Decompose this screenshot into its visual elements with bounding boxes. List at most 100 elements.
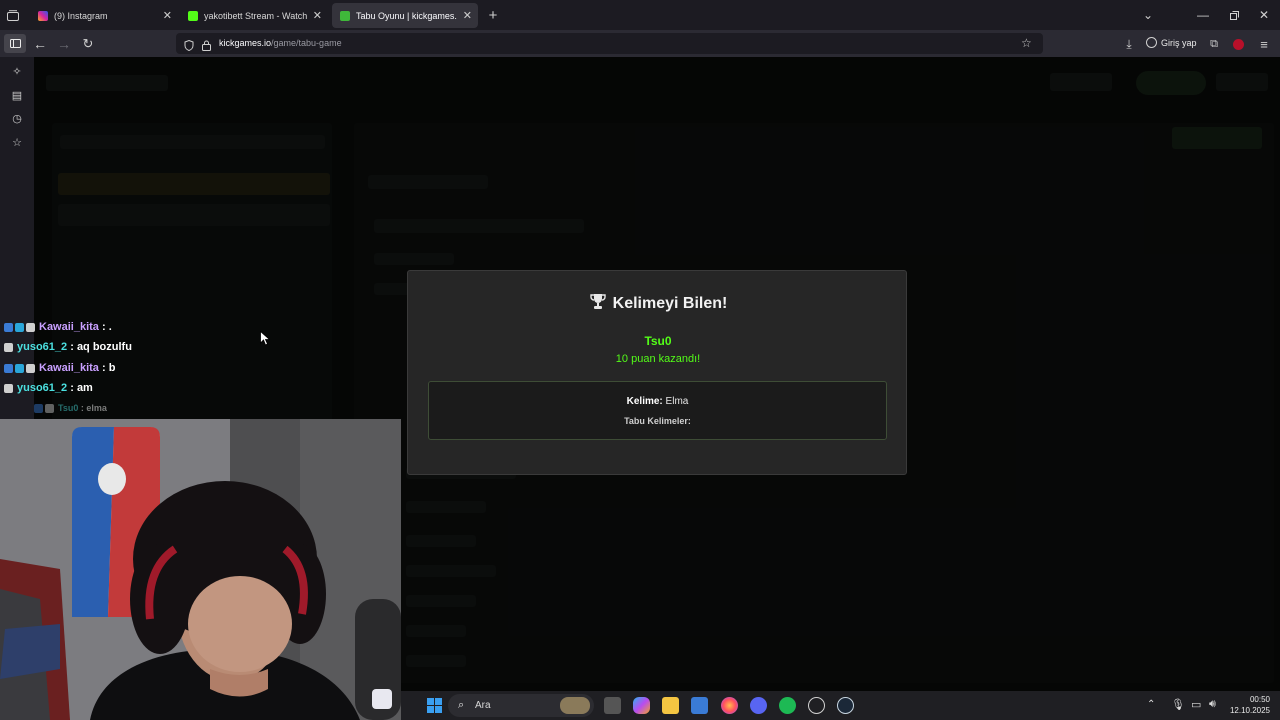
discord-icon[interactable] (750, 697, 767, 714)
volume-icon[interactable]: 🔊︎ (1209, 698, 1216, 711)
app-icon[interactable] (808, 697, 825, 714)
chat-separator: : (78, 403, 87, 413)
instagram-icon (38, 10, 48, 21)
download-icon[interactable]: ⤓ (1120, 35, 1138, 53)
minimize-button[interactable]: — (1194, 7, 1212, 23)
bookmark-star-icon[interactable]: ☆ (1021, 36, 1032, 50)
sub-badge-icon (26, 363, 35, 373)
sidebar-toggle-icon[interactable] (4, 34, 26, 53)
close-icon[interactable]: ✕ (313, 9, 322, 22)
gift-badge-icon (15, 363, 24, 373)
modal-title-row: Kelimeyi Bilen! (408, 293, 908, 315)
kickgames-icon (340, 10, 350, 21)
chat-separator: : (98, 321, 109, 333)
menu-icon[interactable]: ≡ (1255, 35, 1273, 53)
clock-time: 00:50 (1249, 695, 1270, 704)
windows-start-icon[interactable] (426, 697, 443, 714)
winner-modal: Kelimeyi Bilen! Tsu0 10 puan kazandı! Ke… (407, 270, 907, 475)
vip-badge-icon (4, 363, 13, 373)
history-icon[interactable]: ◷ (8, 109, 26, 127)
address-bar[interactable]: kickgames.io/game/tabu-game ☆ (176, 33, 1043, 54)
firefox-icon[interactable] (721, 697, 738, 714)
steam-icon[interactable] (837, 697, 854, 714)
clock-date: 12.10.2025 (1229, 706, 1270, 715)
tab-instagram[interactable]: (9) Instagram ✕ (30, 3, 178, 28)
close-window-button[interactable]: ✕ (1256, 7, 1272, 23)
task-view-icon[interactable] (604, 697, 621, 714)
taboo-words-label: Tabu Kelimeler: (624, 416, 691, 426)
search-highlight-image (560, 697, 590, 714)
tab-title: yakotibett Stream - Watch Live (204, 10, 307, 21)
tab-title: (9) Instagram (54, 10, 108, 21)
lock-icon[interactable] (202, 38, 211, 56)
copilot-icon[interactable] (633, 697, 650, 714)
chat-text: aq bozulfu (76, 341, 132, 353)
sub-badge-icon (4, 342, 13, 352)
tab-overview-icon[interactable] (6, 8, 20, 22)
chat-message: yuso61_2 : am (4, 379, 93, 397)
microphone-icon[interactable]: 🎙︎ (1171, 698, 1185, 711)
sub-badge-icon (45, 403, 54, 413)
word-label: Kelime: (626, 396, 663, 407)
bookmarks-icon[interactable]: ☆ (8, 133, 26, 151)
word-box: Kelime: Elma Tabu Kelimeler: (428, 381, 887, 440)
chat-username: Tsu0 (58, 403, 79, 413)
trophy-icon (589, 293, 607, 315)
tab-tabu-game[interactable]: Tabu Oyunu | kickgames.io ✕ (332, 3, 478, 28)
winner-name: Tsu0 (644, 334, 672, 348)
taskbar-search[interactable]: ⌕ Ara (448, 694, 594, 717)
kick-icon (188, 10, 198, 21)
chat-message: Tsu0 : elma (34, 399, 107, 417)
word-line: Kelime: Elma (429, 396, 886, 407)
ublock-icon[interactable] (1231, 37, 1245, 51)
webcam-feed-image (0, 419, 401, 720)
display-icon[interactable]: ▭ (1191, 698, 1201, 711)
shield-icon[interactable] (184, 38, 194, 56)
mouse-cursor-icon (260, 331, 270, 346)
spotify-icon[interactable] (779, 697, 796, 714)
back-button[interactable]: ← (31, 35, 49, 53)
synced-tabs-icon[interactable]: ▤ (8, 86, 26, 104)
forward-button[interactable]: → (55, 35, 73, 53)
chat-username: Kawaii_kita (39, 321, 99, 333)
chat-text: . (108, 321, 112, 333)
reload-button[interactable]: ↻ (79, 35, 97, 53)
windows-taskbar: ⌕ Ara ⌃ 🎙︎ ▭ 🔊︎ 00:50 12.10.2025 (401, 691, 1280, 720)
chat-username: Kawaii_kita (39, 362, 99, 374)
chat-separator: : (67, 341, 77, 353)
url-text[interactable]: kickgames.io/game/tabu-game (219, 38, 342, 48)
signin-label: Giriş yap (1161, 37, 1197, 48)
file-explorer-icon[interactable] (662, 697, 679, 714)
chat-text: b (108, 362, 116, 374)
chat-separator: : (67, 382, 77, 394)
maximize-button[interactable] (1226, 7, 1242, 23)
chat-text: elma (86, 403, 107, 413)
vip-badge-icon (4, 322, 13, 332)
signin-button[interactable]: Giriş yap (1146, 37, 1197, 48)
chat-text: am (76, 382, 93, 394)
tray-chevron-icon[interactable]: ⌃ (1147, 699, 1155, 710)
sub-badge-icon (4, 383, 13, 393)
points-text: 10 puan kazandı! (615, 353, 701, 365)
tab-kick-stream[interactable]: yakotibett Stream - Watch Live ✕ (180, 3, 328, 28)
search-placeholder: Ara (475, 700, 491, 711)
tab-strip: (9) Instagram ✕ yakotibett Stream - Watc… (0, 0, 1280, 30)
chat-separator: : (98, 362, 109, 374)
chat-username: yuso61_2 (17, 382, 68, 394)
chat-message: yuso61_2 : aq bozulfu (4, 338, 132, 356)
close-icon[interactable]: ✕ (463, 9, 472, 22)
webcam-overlay (0, 419, 401, 720)
word-value: Elma (665, 396, 689, 407)
list-tabs-icon[interactable]: ⌄ (1140, 7, 1156, 23)
account-icon (1146, 37, 1157, 48)
ai-chatbot-icon[interactable]: ✧ (8, 62, 26, 80)
sub-badge-icon (26, 322, 35, 332)
tab-title: Tabu Oyunu | kickgames.io (356, 10, 457, 21)
chat-username: yuso61_2 (17, 341, 68, 353)
chat-message: Kawaii_kita : . (4, 318, 112, 336)
store-icon[interactable] (691, 697, 708, 714)
system-clock[interactable]: 00:50 12.10.2025 (1230, 694, 1270, 716)
close-icon[interactable]: ✕ (163, 9, 172, 22)
extensions-icon[interactable]: ⧉ (1205, 35, 1223, 53)
new-tab-button[interactable]: + (484, 6, 502, 24)
